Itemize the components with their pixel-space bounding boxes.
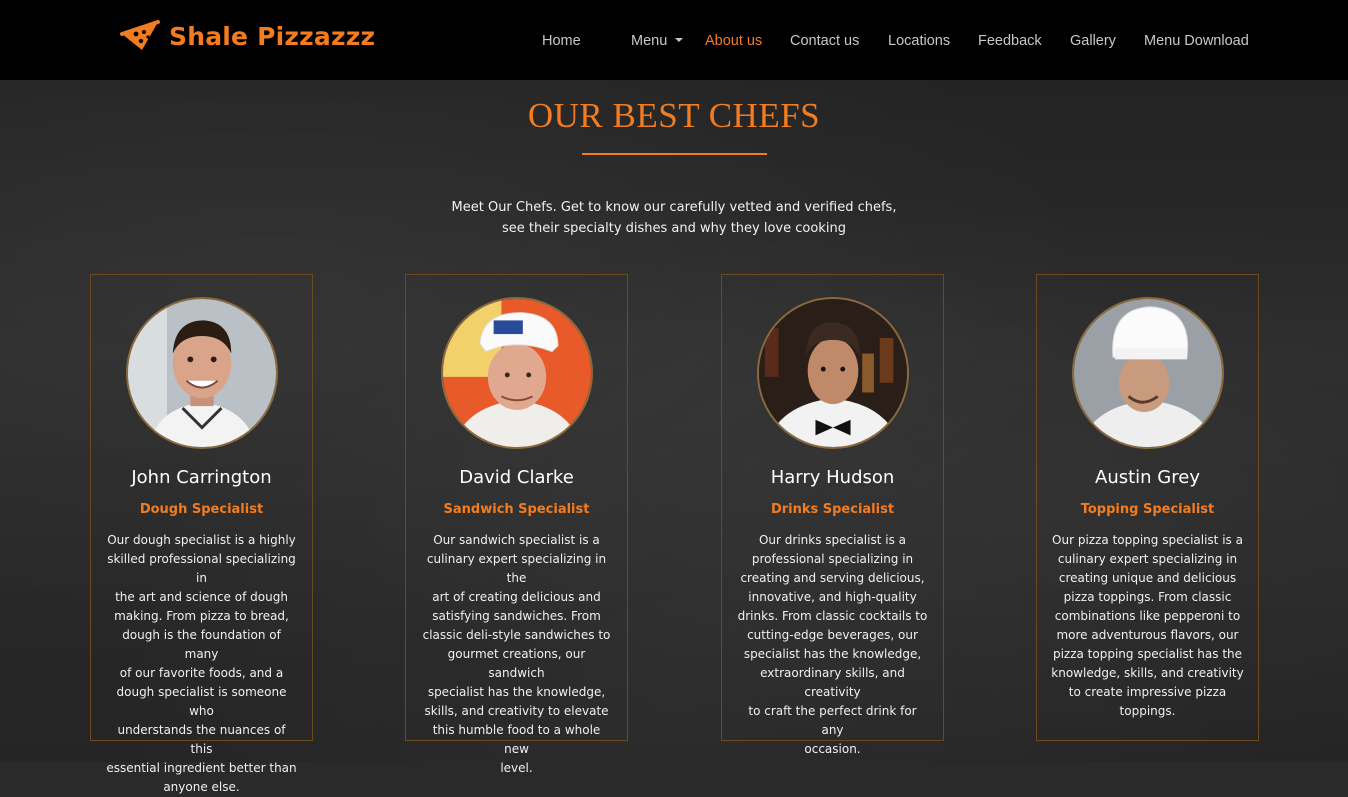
desc-line: cutting-edge beverages, our [747, 628, 918, 642]
desc-line: to create impressive pizza [1068, 685, 1227, 699]
desc-line: professional specializing in [751, 552, 914, 566]
desc-line: pizza toppings. From classic [1063, 590, 1232, 604]
desc-line: specialist has the knowledge, [427, 685, 606, 699]
chevron-down-icon [675, 38, 684, 42]
nav-about[interactable]: About us [705, 33, 762, 49]
chef-photo [126, 297, 278, 449]
desc-line: to craft the perfect drink for any [748, 704, 917, 737]
desc-line: more adventurous flavors, our [1056, 628, 1239, 642]
desc-line: culinary expert specializing in [1057, 552, 1238, 566]
chef-card: Harry Hudson Drinks Specialist Our drink… [721, 274, 944, 756]
chef-card: Austin Grey Topping Specialist Our pizza… [1036, 274, 1259, 741]
desc-line: making. From pizza to bread, [114, 609, 289, 623]
chef-photo [441, 297, 593, 449]
chef-role: Sandwich Specialist [443, 502, 590, 517]
chef-photo [1072, 297, 1224, 449]
main-nav: Home Menu About us Contact us Locations … [0, 33, 1348, 53]
desc-line: this humble food to a whole new [432, 723, 601, 756]
desc-line: classic deli-style sandwiches to [422, 628, 611, 642]
chef-description: Our dough specialist is a highly skilled… [105, 531, 298, 797]
nav-menu-download[interactable]: Menu Download [1144, 33, 1249, 49]
chef-name: David Clarke [459, 467, 574, 488]
chef-role: Topping Specialist [1080, 502, 1215, 517]
chef-photo [757, 297, 909, 449]
desc-line: Our pizza topping specialist is a [1052, 533, 1243, 547]
desc-line: toppings. [1119, 704, 1176, 718]
desc-line: innovative, and high-quality [748, 590, 917, 604]
desc-line: understands the nuances of this [117, 723, 286, 756]
nav-locations[interactable]: Locations [888, 33, 950, 49]
site-header: Shale Pizzazzz Home Menu About us Contac… [0, 0, 1348, 80]
nav-home[interactable]: Home [542, 33, 581, 49]
desc-line: of our favorite foods, and a [119, 666, 284, 680]
desc-line: the art and science of dough [115, 590, 288, 604]
nav-gallery[interactable]: Gallery [1070, 33, 1116, 49]
chef-name: Austin Grey [1095, 467, 1200, 488]
desc-line: Our drinks specialist is a [758, 533, 907, 547]
chef-card: John Carrington Dough Specialist Our dou… [90, 274, 313, 794]
desc-line: art of creating delicious and [432, 590, 601, 604]
desc-line: pizza topping specialist has the [1052, 647, 1243, 661]
nav-menu-dropdown[interactable]: Menu [631, 33, 684, 49]
desc-line: gourmet creations, our sandwich [447, 647, 586, 680]
title-underline [582, 153, 767, 155]
desc-line: Our sandwich specialist is a [433, 533, 600, 547]
desc-line: skilled professional specializing in [107, 552, 296, 585]
chef-description: Our sandwich specialist is a culinary ex… [420, 531, 613, 778]
nav-feedback[interactable]: Feedback [978, 33, 1042, 49]
section-title: OUR BEST CHEFS [527, 96, 821, 135]
desc-line: satisfying sandwiches. From [432, 609, 601, 623]
desc-line: dough specialist is someone who [116, 685, 287, 718]
chef-description: Our pizza topping specialist is a culina… [1051, 531, 1244, 721]
desc-line: creating unique and delicious [1058, 571, 1237, 585]
desc-line: drinks. From classic cocktails to [737, 609, 928, 623]
chef-card: David Clarke Sandwich Specialist Our san… [405, 274, 628, 775]
intro-line: see their specialty dishes and why they … [502, 221, 846, 236]
chef-role: Dough Specialist [139, 502, 264, 517]
desc-line: creating and serving delicious, [740, 571, 925, 585]
desc-line: combinations like pepperoni to [1054, 609, 1241, 623]
desc-line: skills, and creativity to elevate [424, 704, 609, 718]
nav-contact[interactable]: Contact us [790, 33, 859, 49]
chef-name: John Carrington [131, 467, 272, 488]
desc-line: specialist has the knowledge, [743, 647, 922, 661]
desc-line: extraordinary skills, and creativity [760, 666, 905, 699]
desc-line: culinary expert specializing in the [426, 552, 607, 585]
desc-line: anyone else. [163, 780, 240, 794]
chef-description: Our drinks specialist is a professional … [736, 531, 929, 759]
desc-line: Our dough specialist is a highly [107, 533, 296, 547]
section-intro: Meet Our Chefs. Get to know our carefull… [424, 197, 924, 239]
chef-name: Harry Hudson [770, 467, 895, 488]
chef-role: Drinks Specialist [770, 502, 895, 517]
desc-line: knowledge, skills, and creativity [1051, 666, 1244, 680]
intro-line: Meet Our Chefs. Get to know our carefull… [451, 200, 897, 215]
desc-line: occasion. [804, 742, 861, 756]
desc-line: dough is the foundation of many [122, 628, 281, 661]
nav-menu-label: Menu [631, 33, 668, 49]
